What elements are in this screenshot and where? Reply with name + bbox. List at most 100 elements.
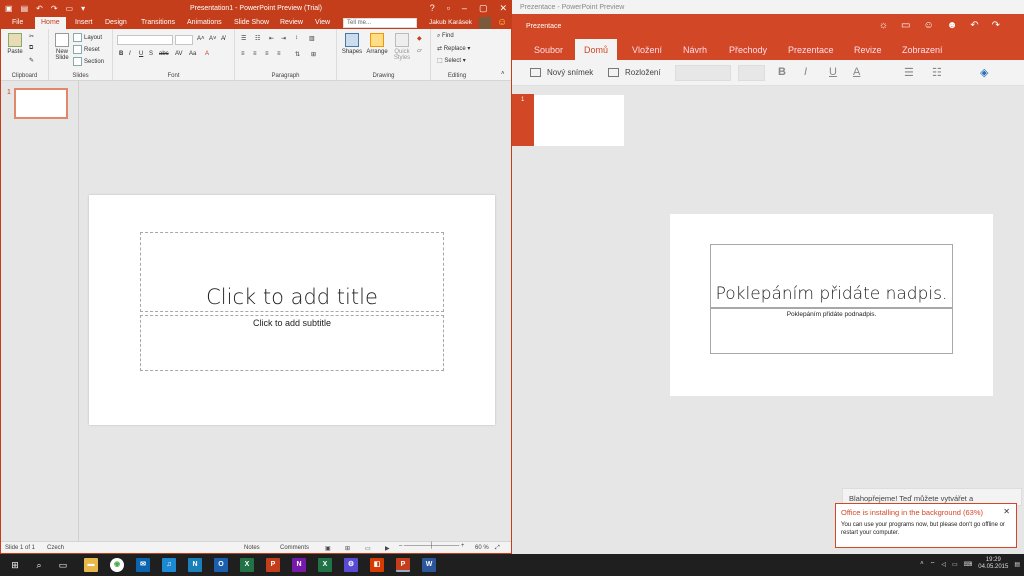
tab-navrh[interactable]: Návrh xyxy=(683,45,707,55)
align-left-icon[interactable]: ≡ xyxy=(241,51,245,57)
present-icon[interactable]: ▭ xyxy=(901,20,910,31)
tab-zobrazeni[interactable]: Zobrazení xyxy=(902,45,943,55)
notes-button[interactable]: Notes xyxy=(244,545,260,551)
tab-review[interactable]: Review xyxy=(280,19,303,26)
replace-button[interactable]: ⇄ Replace ▾ xyxy=(437,45,470,52)
new-slide-button[interactable]: New Slide xyxy=(52,33,72,61)
grow-font-icon[interactable]: A˄ xyxy=(197,36,205,42)
powerpoint-icon[interactable]: P xyxy=(396,558,410,572)
undo-icon[interactable]: ↶ xyxy=(970,20,978,31)
tab-vlozeni[interactable]: Vložení xyxy=(632,45,662,55)
n-app-icon[interactable]: N xyxy=(188,558,202,572)
tell-me-input[interactable]: Tell me... xyxy=(343,18,417,28)
text-direction-icon[interactable]: ⇅ xyxy=(295,51,300,58)
network-icon[interactable]: ⌔ xyxy=(930,560,936,568)
slide[interactable]: Poklepáním přidáte nadpis. Poklepáním př… xyxy=(670,214,993,396)
strikethrough-icon[interactable]: abc xyxy=(159,51,169,57)
slideshow-view-icon[interactable]: ▶ xyxy=(385,545,390,552)
section-button[interactable]: Section xyxy=(73,57,104,66)
task-view-icon[interactable]: ▭ xyxy=(56,558,70,572)
music-icon[interactable]: ♫ xyxy=(162,558,176,572)
comments-button[interactable]: Comments xyxy=(280,545,309,551)
font-name-input[interactable] xyxy=(675,65,731,81)
shrink-font-icon[interactable]: A˅ xyxy=(209,36,217,42)
layout-button[interactable]: Rozložení xyxy=(608,68,661,77)
format-painter-icon[interactable]: ✎ xyxy=(29,57,34,64)
underline-icon[interactable]: U xyxy=(139,51,143,57)
chrome-icon[interactable]: ◉ xyxy=(110,558,124,572)
font-color-icon[interactable]: A xyxy=(853,66,860,78)
shapes-icon[interactable]: ◈ xyxy=(980,66,988,79)
slide-thumbnail-pane[interactable]: 1 xyxy=(1,81,79,541)
title-placeholder[interactable]: Poklepáním přidáte nadpis. xyxy=(710,244,953,308)
language-indicator[interactable]: Czech xyxy=(47,545,64,551)
smartart-icon[interactable]: ⊞ xyxy=(311,51,316,58)
new-slide-button[interactable]: Nový snímek xyxy=(530,68,593,77)
reset-button[interactable]: Reset xyxy=(73,45,100,54)
subtitle-placeholder[interactable]: Poklepáním přidáte podnadpis. xyxy=(710,308,953,354)
tab-design[interactable]: Design xyxy=(105,19,127,26)
slide-sorter-icon[interactable]: ⊞ xyxy=(345,545,350,552)
tab-prezentace[interactable]: Prezentace xyxy=(788,45,834,55)
numbering-icon[interactable]: ☷ xyxy=(255,35,260,42)
volume-icon[interactable]: ◁ xyxy=(941,561,946,568)
bullets-icon[interactable]: ☰ xyxy=(241,35,246,42)
excel-mobile-icon[interactable]: X xyxy=(240,558,254,572)
tab-view[interactable]: View xyxy=(315,19,330,26)
slide-thumbnail-pane[interactable]: 1 xyxy=(512,94,628,554)
layout-button[interactable]: Layout xyxy=(73,33,102,42)
close-icon[interactable]: ✕ xyxy=(1003,507,1010,516)
shape-outline-icon[interactable]: ▱ xyxy=(417,47,422,54)
change-case-icon[interactable]: Aa xyxy=(189,51,196,57)
battery-icon[interactable]: ▭ xyxy=(952,561,958,568)
install-progress-toast[interactable]: Office is installing in the background (… xyxy=(835,503,1017,548)
outlook-mobile-icon[interactable]: O xyxy=(214,558,228,572)
subtitle-placeholder[interactable]: Click to add subtitle xyxy=(140,315,444,371)
tab-soubor[interactable]: Soubor xyxy=(534,45,563,55)
justify-icon[interactable]: ≡ xyxy=(277,51,281,57)
office-icon[interactable]: ◧ xyxy=(370,558,384,572)
tab-slide-show[interactable]: Slide Show xyxy=(234,19,269,26)
find-button[interactable]: ⌕ Find xyxy=(437,33,454,40)
maximize-button[interactable]: ▢ xyxy=(479,3,488,14)
arrange-button[interactable]: Arrange xyxy=(365,33,389,55)
bold-icon[interactable]: B xyxy=(778,66,786,78)
share-icon[interactable]: ☻ xyxy=(947,20,958,31)
onenote-icon[interactable]: N xyxy=(292,558,306,572)
tab-insert[interactable]: Insert xyxy=(75,19,93,26)
slide-thumbnail[interactable] xyxy=(14,88,68,119)
tab-domu[interactable]: Domů xyxy=(575,39,618,60)
tab-prechody[interactable]: Přechody xyxy=(729,45,767,55)
normal-view-icon[interactable]: ▣ xyxy=(325,545,331,552)
feedback-smiley-icon[interactable]: ☺ xyxy=(497,17,507,28)
help-icon[interactable]: ? xyxy=(430,3,435,14)
bold-icon[interactable]: B xyxy=(119,51,123,57)
file-explorer-icon[interactable]: ▬ xyxy=(84,558,98,572)
italic-icon[interactable]: I xyxy=(804,66,807,78)
fit-to-window-icon[interactable]: ⤢ xyxy=(495,545,500,552)
font-color-icon[interactable]: A xyxy=(205,51,209,57)
shapes-button[interactable]: Shapes xyxy=(341,33,363,55)
italic-icon[interactable]: I xyxy=(129,51,131,57)
tab-animations[interactable]: Animations xyxy=(187,19,222,26)
char-spacing-icon[interactable]: AV xyxy=(175,51,183,57)
slide-thumbnail[interactable] xyxy=(534,95,624,146)
tab-revize[interactable]: Revize xyxy=(854,45,882,55)
powerpoint-mobile-icon[interactable]: P xyxy=(266,558,280,572)
tab-home[interactable]: Home xyxy=(35,17,66,29)
zoom-level[interactable]: 60 % xyxy=(475,545,489,551)
mail-icon[interactable]: ✉ xyxy=(136,558,150,572)
tab-file[interactable]: File xyxy=(12,19,23,26)
columns-icon[interactable]: ▥ xyxy=(309,35,315,42)
numbering-icon[interactable]: ☷ xyxy=(932,66,942,79)
search-icon[interactable]: ⌕ xyxy=(32,558,46,572)
shape-fill-icon[interactable]: ◆ xyxy=(417,35,422,42)
align-center-icon[interactable]: ≡ xyxy=(253,51,257,57)
ribbon-options-icon[interactable]: ▫ xyxy=(447,3,450,14)
underline-icon[interactable]: U xyxy=(829,66,837,78)
slide[interactable]: Click to add title Click to add subtitle xyxy=(89,195,495,425)
close-button[interactable]: ✕ xyxy=(499,3,507,14)
settings-icon[interactable]: ⚙ xyxy=(344,558,358,572)
bullets-icon[interactable]: ☰ xyxy=(904,66,914,79)
font-size-input[interactable] xyxy=(175,35,193,45)
